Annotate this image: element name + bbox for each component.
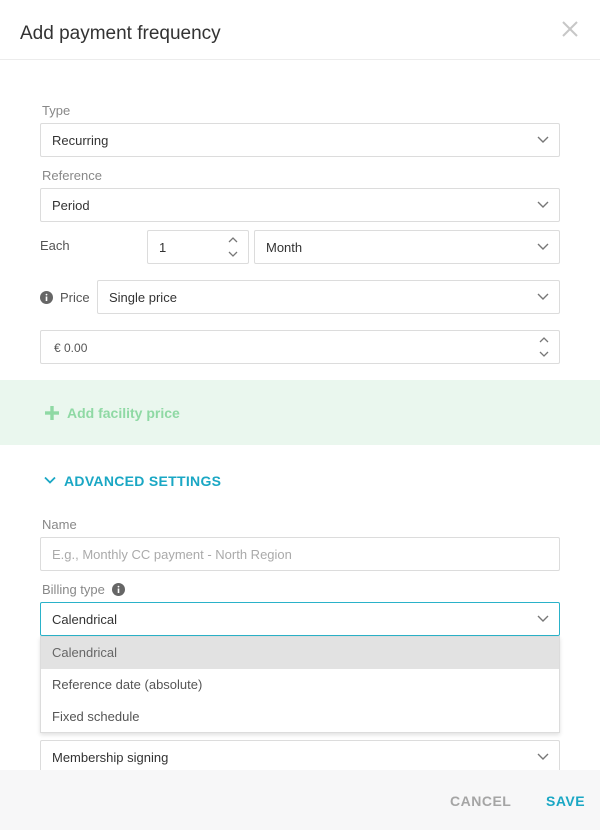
price-amount-input[interactable]: € 0.00 xyxy=(40,330,560,364)
spinner-arrows-icon[interactable] xyxy=(227,233,239,261)
chevron-down-icon xyxy=(537,243,549,250)
chevron-down-icon xyxy=(537,201,549,208)
each-unit-select[interactable]: Month xyxy=(254,230,560,264)
billing-type-value: Calendrical xyxy=(52,612,118,627)
dialog-title: Add payment frequency xyxy=(20,23,221,44)
chevron-down-icon xyxy=(537,615,549,622)
add-facility-price-button[interactable]: Add facility price xyxy=(67,405,180,421)
billing-type-option[interactable]: Reference date (absolute) xyxy=(41,669,559,701)
dialog-footer: CANCEL SAVE xyxy=(0,770,600,830)
billing-type-dropdown: Calendrical Reference date (absolute) Fi… xyxy=(40,636,560,733)
add-facility-price-section: Add facility price xyxy=(0,380,600,445)
chevron-down-icon xyxy=(537,136,549,143)
billing-type-select[interactable]: Calendrical xyxy=(40,602,560,636)
close-icon[interactable] xyxy=(559,18,581,40)
billing-type-option[interactable]: Calendrical xyxy=(41,637,559,669)
price-type-select[interactable]: Single price xyxy=(97,280,560,314)
chevron-down-icon xyxy=(537,753,549,760)
billing-type-option[interactable]: Fixed schedule xyxy=(41,701,559,733)
save-button[interactable]: SAVE xyxy=(546,793,585,809)
reference-label: Reference xyxy=(42,168,102,183)
info-icon[interactable] xyxy=(40,291,53,304)
cancel-button[interactable]: CANCEL xyxy=(450,793,511,809)
plus-icon[interactable] xyxy=(45,406,59,420)
reference-select[interactable]: Period xyxy=(40,188,560,222)
price-amount-value: € 0.00 xyxy=(54,341,88,355)
price-type-value: Single price xyxy=(109,290,177,305)
spinner-arrows-icon[interactable] xyxy=(538,333,550,361)
info-icon[interactable] xyxy=(112,583,125,596)
signing-select[interactable]: Membership signing xyxy=(40,740,560,774)
type-select[interactable]: Recurring xyxy=(40,123,560,157)
type-label: Type xyxy=(42,103,71,118)
name-input[interactable]: E.g., Monthly CC payment - North Region xyxy=(40,537,560,571)
each-number-input[interactable]: 1 xyxy=(147,230,249,264)
type-value: Recurring xyxy=(52,133,109,148)
billing-type-label: Billing type xyxy=(42,582,105,597)
name-placeholder: E.g., Monthly CC payment - North Region xyxy=(52,547,292,562)
advanced-settings-label: ADVANCED SETTINGS xyxy=(64,473,222,489)
dialog-header: Add payment frequency xyxy=(0,0,600,60)
each-label: Each xyxy=(40,238,70,253)
each-unit-value: Month xyxy=(266,240,303,255)
price-label: Price xyxy=(60,290,90,305)
chevron-down-icon xyxy=(44,476,56,484)
chevron-down-icon xyxy=(537,293,549,300)
name-label: Name xyxy=(42,517,77,532)
each-number-value: 1 xyxy=(159,240,167,255)
signing-value: Membership signing xyxy=(52,750,169,765)
reference-value: Period xyxy=(52,198,90,213)
